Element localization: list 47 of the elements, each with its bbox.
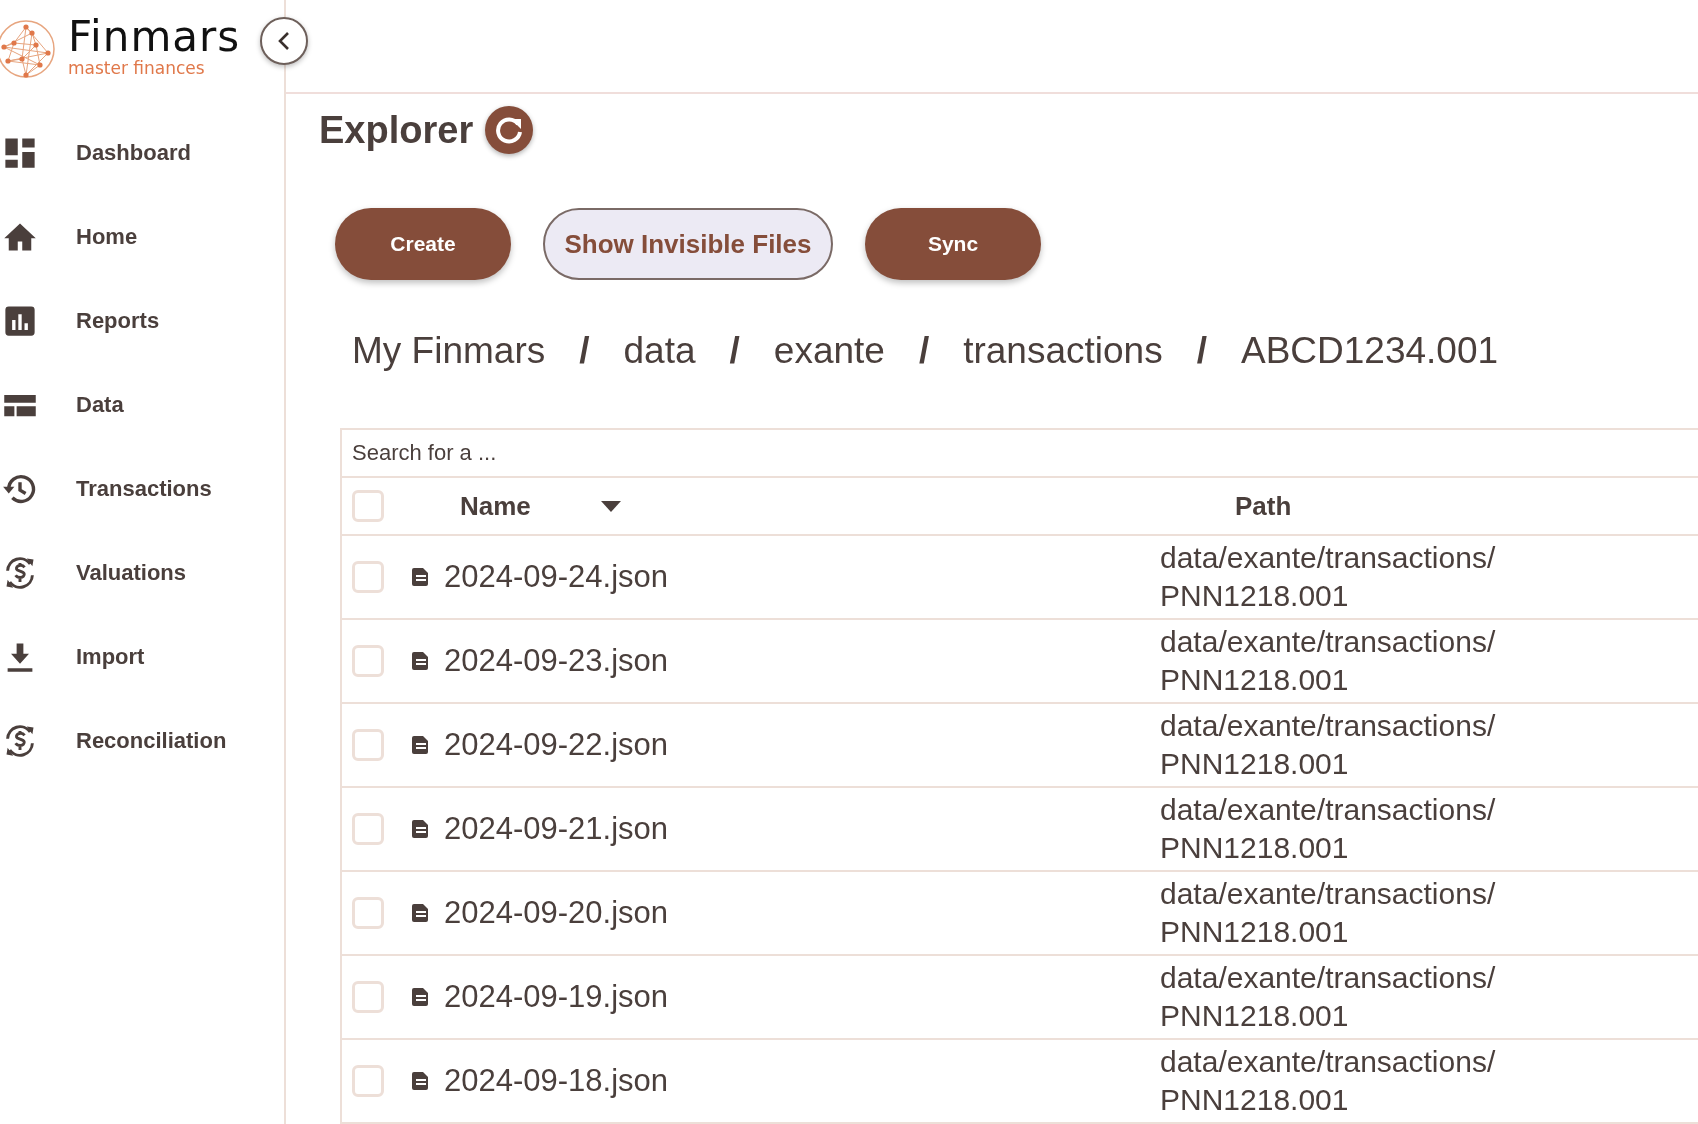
sidebar-item[interactable]: Dashboard <box>0 111 284 195</box>
sidebar-item[interactable]: Home <box>0 195 284 279</box>
file-name[interactable]: 2024-09-24.json <box>444 559 669 595</box>
sidebar-item[interactable]: Transactions <box>0 447 284 531</box>
file-name[interactable]: 2024-09-23.json <box>444 643 669 679</box>
file-name[interactable]: 2024-09-18.json <box>444 1063 669 1099</box>
sidebar-item[interactable]: Data <box>0 363 284 447</box>
breadcrumb-separator: / <box>729 330 740 372</box>
checkbox[interactable] <box>352 897 384 929</box>
sidebar-item[interactable]: Import <box>0 615 284 699</box>
column-header[interactable]: Path <box>1235 490 1292 521</box>
breadcrumb-link[interactable]: ABCD1234.001 <box>1240 330 1499 372</box>
action-button[interactable]: Sync <box>865 208 1041 280</box>
checkbox[interactable] <box>352 813 384 845</box>
breadcrumb-separator: / <box>579 330 590 372</box>
show-invisible-button[interactable]: Show Invisible Files <box>543 208 833 280</box>
file-name[interactable]: 2024-09-20.json <box>444 895 669 931</box>
checkbox[interactable] <box>352 645 384 677</box>
sidebar-item[interactable]: Valuations <box>0 531 284 615</box>
sidebar-item[interactable]: Reconciliation <box>0 699 284 783</box>
file-name[interactable]: 2024-09-19.json <box>444 979 669 1015</box>
checkbox[interactable] <box>352 561 384 593</box>
sort-caret-icon[interactable] <box>600 500 621 512</box>
bar-chart-icon <box>2 303 38 339</box>
sidebar-item[interactable]: Reports <box>0 279 284 363</box>
breadcrumb-separator: / <box>1196 330 1207 372</box>
logo-tagline: master finances <box>68 60 206 77</box>
checkbox[interactable] <box>352 1065 384 1097</box>
breadcrumb-separator: / <box>918 330 930 372</box>
logo-name: Finmars <box>68 16 241 58</box>
checkbox[interactable] <box>352 729 384 761</box>
breadcrumb-link[interactable]: data <box>623 330 696 372</box>
file-name[interactable]: 2024-09-22.json <box>444 727 669 763</box>
action-button[interactable]: Create <box>335 208 511 280</box>
breadcrumb-link[interactable]: transactions <box>963 330 1163 372</box>
breadcrumb-link[interactable]: My Finmars <box>352 330 546 372</box>
breadcrumb-link[interactable]: exante <box>773 330 885 372</box>
dashboard-icon <box>2 135 38 171</box>
collapse-sidebar-button[interactable] <box>260 17 308 65</box>
checkbox[interactable] <box>352 490 384 522</box>
column-header[interactable]: Name <box>460 490 531 522</box>
file-path: data/exante/transactions/PNN1218.001 <box>1159 1044 1497 1118</box>
page-title: Explorer <box>319 108 474 152</box>
file-name[interactable]: 2024-09-21.json <box>444 811 669 847</box>
checkbox[interactable] <box>352 981 384 1013</box>
chevron-left-icon <box>277 31 291 51</box>
refresh-button[interactable] <box>485 106 534 154</box>
